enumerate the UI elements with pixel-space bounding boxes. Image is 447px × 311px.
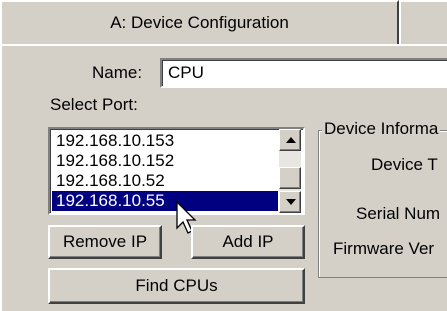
tab-device-configuration[interactable]: A: Device Configuration [0, 0, 399, 44]
firmware-version-label: Firmware Ver [333, 239, 435, 258]
scroll-down-button[interactable] [279, 191, 301, 213]
arrow-down-icon [286, 199, 296, 205]
scroll-up-button[interactable] [279, 129, 301, 151]
name-field[interactable]: CPU [160, 58, 447, 88]
select-port-label: Select Port: [50, 95, 138, 114]
port-list-scrollbar[interactable] [279, 129, 301, 213]
tab-next[interactable] [399, 0, 447, 44]
find-cpus-button[interactable]: Find CPUs [48, 268, 305, 304]
list-item[interactable]: 192.168.10.152 [52, 151, 278, 171]
name-label: Name: [92, 63, 143, 82]
remove-ip-button[interactable]: Remove IP [48, 225, 162, 259]
arrow-up-icon [286, 137, 296, 143]
tab-label: A: Device Configuration [110, 13, 289, 32]
list-item[interactable]: 192.168.10.153 [52, 131, 278, 151]
device-type-label: Device T [371, 155, 438, 174]
scroll-thumb[interactable] [279, 167, 301, 189]
list-item[interactable]: 192.168.10.52 [52, 171, 278, 191]
add-ip-button[interactable]: Add IP [191, 225, 305, 259]
device-information-title: Device Informa [322, 119, 441, 139]
list-item-selected[interactable]: 192.168.10.55 [52, 191, 278, 211]
serial-number-label: Serial Num [356, 204, 441, 223]
